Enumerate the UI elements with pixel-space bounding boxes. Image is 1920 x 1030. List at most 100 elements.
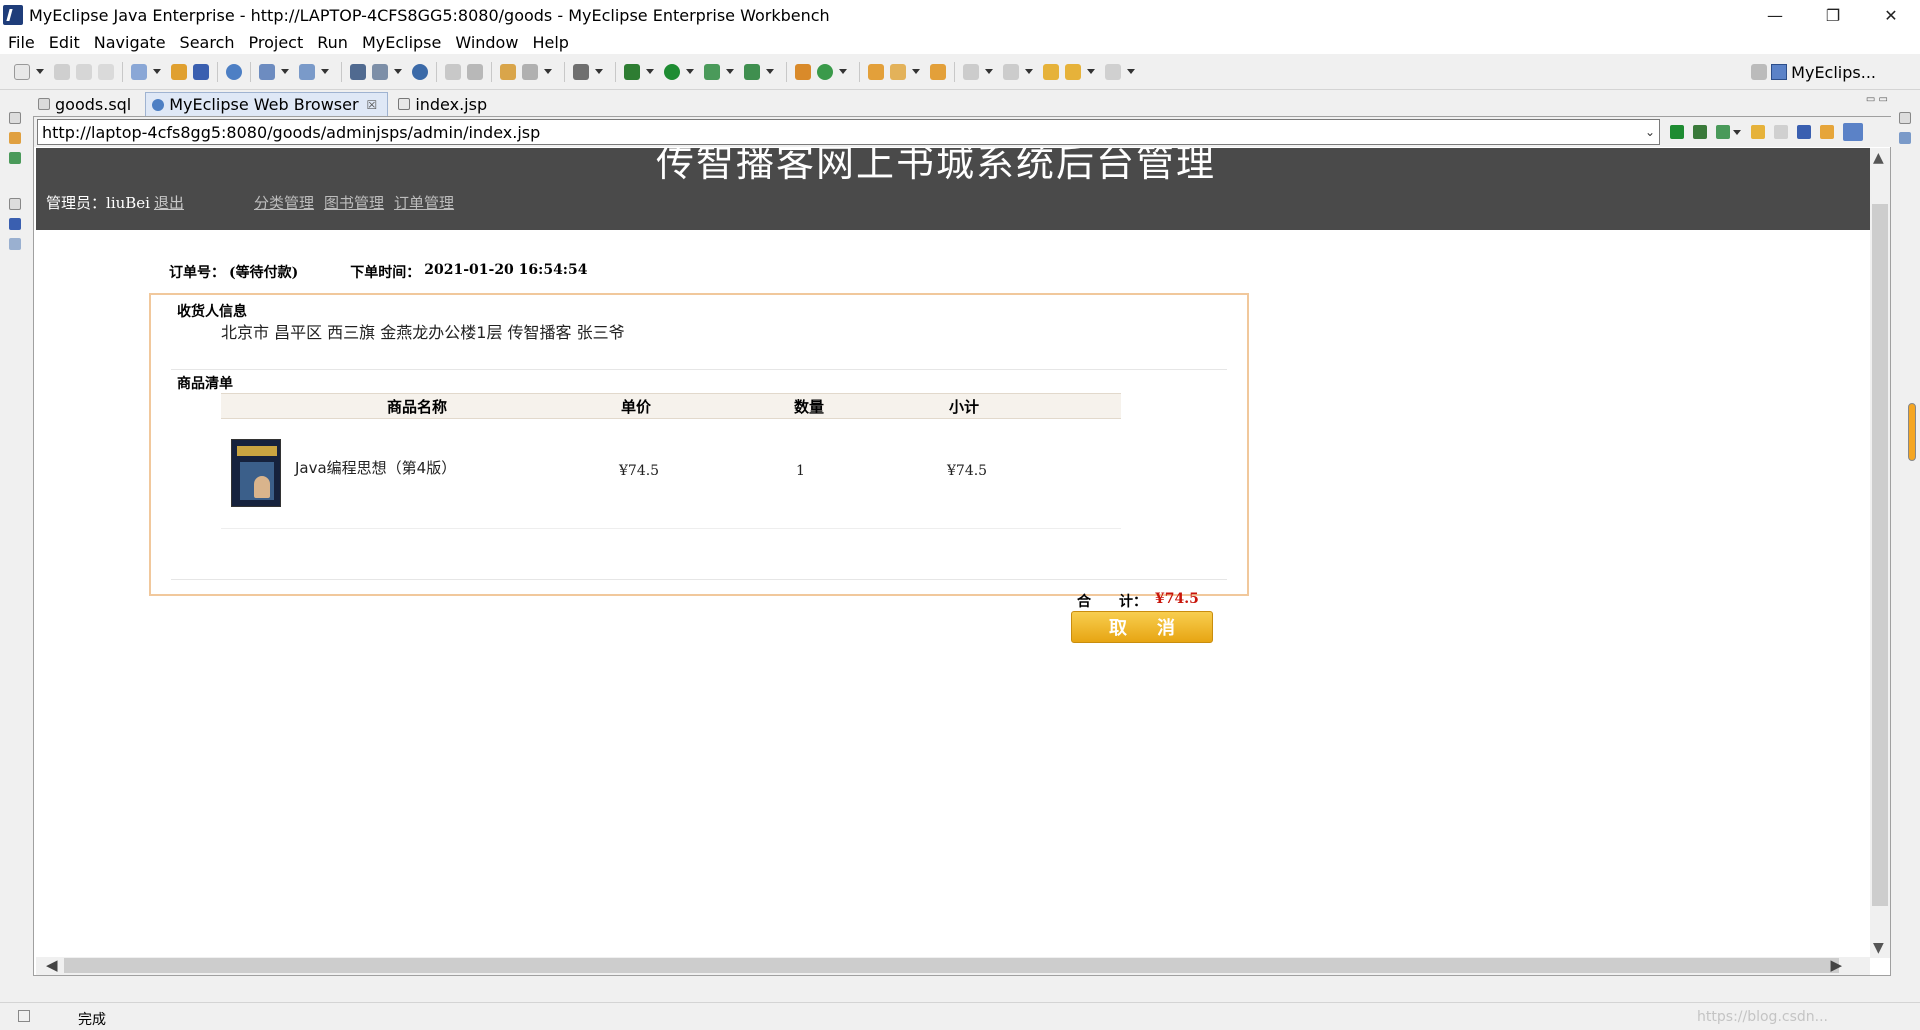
run-server-dropdown-icon[interactable] [394,69,402,74]
external-tools-dropdown-icon[interactable] [766,69,774,74]
tab-goods-sql[interactable]: goods.sql [32,92,141,116]
new-icon[interactable] [14,63,30,80]
external-tools-icon[interactable] [744,63,760,80]
menu-myeclipse[interactable]: MyEclipse [362,33,441,52]
stop-icon[interactable] [1797,125,1811,139]
browser-icon[interactable] [412,63,428,80]
restore-view-icon[interactable] [1899,112,1911,124]
tab-web-browser[interactable]: MyEclipse Web Browser ☒ [145,92,389,116]
new-java-package-icon[interactable] [795,63,811,80]
nav-order-management[interactable]: 订单管理 [394,192,454,213]
cancel-order-button[interactable]: 取消 [1071,611,1213,643]
view-mode-icon[interactable] [1843,123,1863,141]
coverage-icon[interactable] [704,63,720,80]
debug-page-icon[interactable] [1693,125,1707,139]
database-icon[interactable] [226,63,242,80]
web-service-dropdown-icon[interactable] [321,69,329,74]
refresh-icon[interactable] [1820,125,1834,139]
horizontal-scroll-thumb[interactable] [64,958,1839,973]
back-icon[interactable] [1751,125,1765,139]
search-dropdown-icon[interactable] [544,69,552,74]
go-icon[interactable] [1670,125,1684,139]
properties-icon[interactable] [9,238,21,250]
new-project-icon[interactable] [131,63,147,80]
coverage-dropdown-icon[interactable] [726,69,734,74]
side-slider-handle[interactable] [1908,403,1916,461]
logout-link[interactable]: 退出 [154,192,184,213]
debug-icon[interactable] [624,63,640,80]
package-explorer-icon[interactable] [9,132,21,144]
scroll-left-icon[interactable]: ◀ [46,956,58,974]
forward-icon[interactable] [1105,63,1121,80]
debug-dropdown-icon[interactable] [646,69,654,74]
hierarchy-icon[interactable] [9,152,21,164]
close-button[interactable]: ✕ [1862,0,1920,30]
run-dropdown-icon[interactable] [686,69,694,74]
terminal-dropdown-icon[interactable] [595,69,603,74]
book-cover-image[interactable] [231,439,281,507]
menu-file[interactable]: File [8,33,35,52]
pen-icon[interactable] [890,63,906,80]
back-dropdown-icon[interactable] [1087,69,1095,74]
book-name-link[interactable]: Java编程思想（第4版） [295,457,456,478]
forward-dropdown-icon[interactable] [1127,69,1135,74]
vertical-scrollbar[interactable]: ▲ ▼ [1870,148,1890,958]
next-annotation-icon[interactable] [963,63,979,80]
perspective-label[interactable]: MyEclips... [1791,63,1876,82]
forward-icon[interactable] [1774,125,1788,139]
fast-view-icon[interactable] [18,1010,30,1022]
new-class-dropdown-icon[interactable] [839,69,847,74]
minimize-button[interactable]: — [1746,0,1804,30]
nav-category-management[interactable]: 分类管理 [254,192,314,213]
back-icon[interactable] [1065,63,1081,80]
menu-project[interactable]: Project [249,33,304,52]
maximize-view-icon[interactable]: ▭ ▭ [1866,94,1888,105]
previous-annotation-dropdown-icon[interactable] [1025,69,1033,74]
open-perspective-icon[interactable] [1751,64,1768,80]
server-dropdown-icon[interactable] [281,69,289,74]
new-dropdown-icon[interactable] [36,69,44,74]
scroll-right-icon[interactable]: ▶ [1830,956,1842,974]
open-resource-icon[interactable] [467,63,483,80]
package-icon[interactable] [171,63,187,80]
tab-index-jsp[interactable]: index.jsp [392,92,497,116]
horizontal-scrollbar[interactable]: ◀ ▶ [36,956,1870,975]
pen-dropdown-icon[interactable] [912,69,920,74]
new-project-dropdown-icon[interactable] [153,69,161,74]
tools-icon[interactable] [1716,125,1730,139]
open-task-icon[interactable] [500,63,516,80]
nav-book-management[interactable]: 图书管理 [324,192,384,213]
url-input[interactable]: http://laptop-4cfs8gg5:8080/goods/adminj… [37,119,1660,145]
previous-annotation-icon[interactable] [1003,63,1019,80]
open-type-icon[interactable] [445,63,461,80]
open-folder-icon[interactable] [868,63,884,80]
tools-dropdown-icon[interactable] [1733,129,1741,135]
menu-window[interactable]: Window [455,33,518,52]
run-server-icon[interactable] [372,63,388,80]
terminal-icon[interactable] [573,63,589,80]
perspective-switcher[interactable]: MyEclips... [1751,60,1876,84]
next-annotation-dropdown-icon[interactable] [985,69,993,74]
url-dropdown-icon[interactable]: ⌄ [1645,125,1655,139]
last-edit-icon[interactable] [1043,63,1059,80]
close-tab-icon[interactable]: ☒ [367,98,378,112]
deploy-server-icon[interactable] [350,63,366,80]
outline-icon[interactable] [9,218,21,230]
restore-button[interactable]: ❐ [1804,0,1862,30]
vertical-scroll-thumb[interactable] [1872,204,1888,906]
menu-run[interactable]: Run [317,33,348,52]
menu-search[interactable]: Search [180,33,235,52]
search-icon[interactable] [522,63,538,80]
restore-view-icon[interactable] [9,198,21,210]
server-icon[interactable] [259,63,275,80]
menu-edit[interactable]: Edit [49,33,80,52]
save-all-icon[interactable] [76,63,92,80]
new-class-icon[interactable] [817,63,833,80]
menu-help[interactable]: Help [532,33,568,52]
print-icon[interactable] [98,63,114,80]
task-list-icon[interactable] [1899,132,1911,144]
deploy-icon[interactable] [193,63,209,80]
scroll-down-icon[interactable]: ▼ [1873,940,1884,956]
open-file-icon[interactable] [930,63,946,80]
restore-view-icon[interactable] [9,112,21,124]
